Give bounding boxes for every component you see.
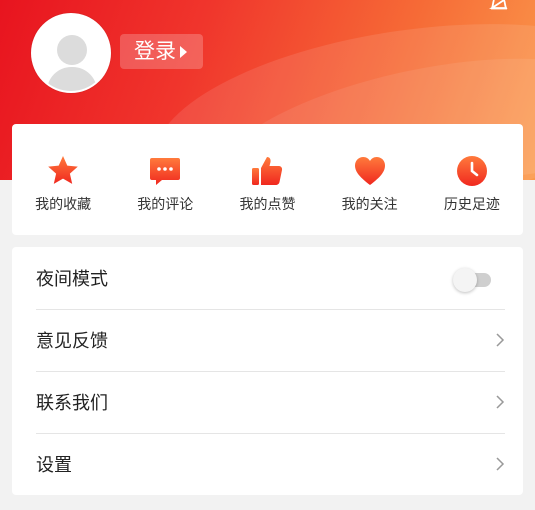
shortcut-card: 我的收藏 我的评论 我的点赞 我的关注 历史足迹: [12, 124, 523, 235]
shortcut-favorites[interactable]: 我的收藏: [12, 154, 114, 214]
star-icon: [48, 155, 78, 184]
chevron-right-icon: [496, 395, 505, 409]
shortcut-comments[interactable]: 我的评论: [114, 154, 216, 214]
thumbs-up-icon: [252, 156, 283, 185]
menu-item-label: 意见反馈: [36, 331, 108, 352]
avatar[interactable]: [31, 13, 111, 93]
comment-icon: [150, 157, 181, 185]
shortcut-label: 历史足迹: [443, 196, 500, 213]
caret-right-icon: [180, 45, 187, 58]
night-mode-toggle[interactable]: [453, 268, 491, 292]
shortcut-likes[interactable]: 我的点赞: [216, 154, 318, 214]
shortcut-label: 我的点赞: [239, 196, 296, 213]
chevron-right-icon: [496, 457, 505, 471]
login-label: 登录: [134, 39, 176, 63]
heart-icon: [354, 156, 385, 185]
menu-item-feedback[interactable]: 意见反馈: [36, 309, 505, 372]
shortcut-label: 我的评论: [137, 196, 194, 213]
menu-card: 夜间模式 意见反馈 联系我们 设置: [12, 247, 523, 495]
menu-item-settings[interactable]: 设置: [36, 433, 505, 495]
menu-item-label: 联系我们: [36, 393, 108, 414]
shortcut-following[interactable]: 我的关注: [319, 154, 421, 214]
menu-item-night-mode: 夜间模式: [36, 247, 505, 310]
avatar-head: [57, 35, 87, 65]
clock-icon: [456, 155, 487, 186]
chevron-right-icon: [496, 333, 505, 347]
login-button[interactable]: 登录: [120, 34, 203, 69]
avatar-body: [47, 67, 97, 91]
menu-item-label: 夜间模式: [36, 269, 108, 290]
toggle-knob: [453, 268, 477, 292]
shortcut-history[interactable]: 历史足迹: [421, 154, 523, 214]
shortcut-label: 我的收藏: [35, 196, 92, 213]
menu-item-contact-us[interactable]: 联系我们: [36, 371, 505, 434]
bell-icon[interactable]: [489, 0, 509, 14]
menu-item-label: 设置: [36, 455, 72, 476]
shortcut-label: 我的关注: [341, 196, 398, 213]
